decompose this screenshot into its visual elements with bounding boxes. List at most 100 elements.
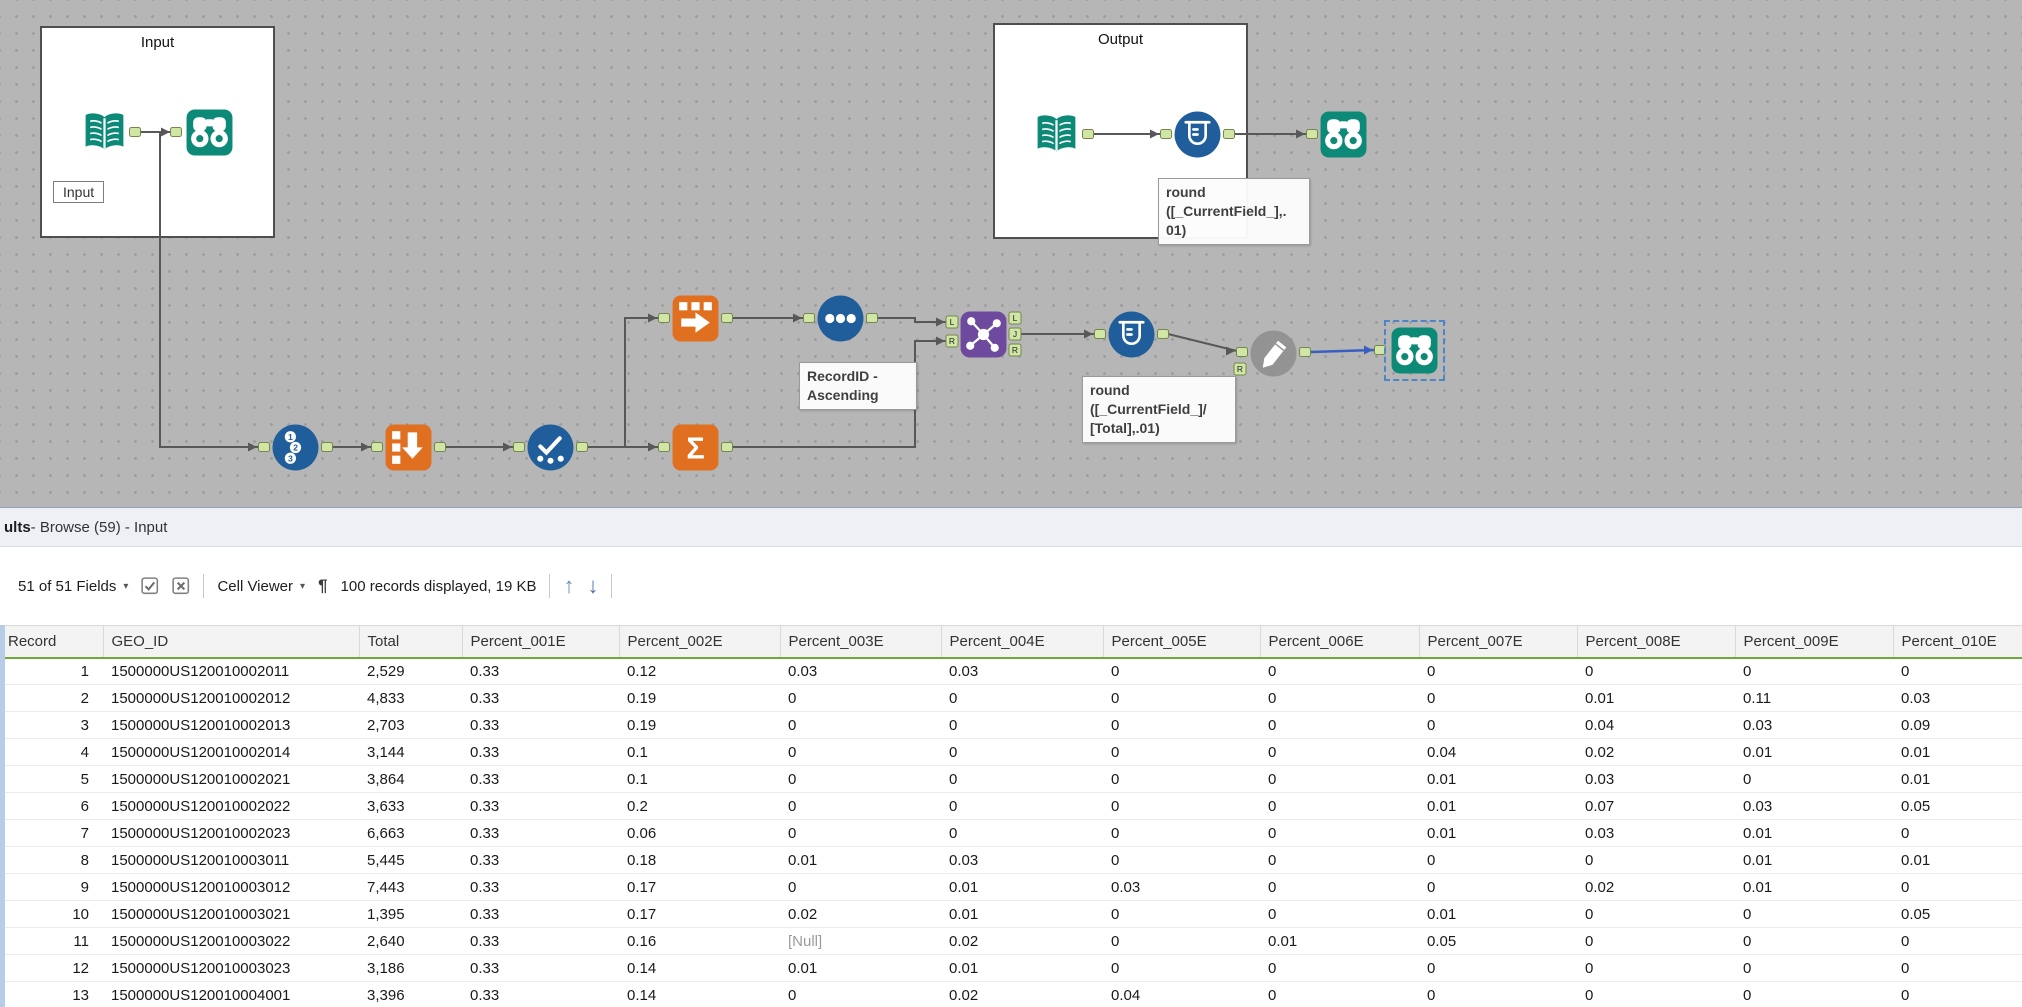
cell: 9: [0, 873, 103, 901]
transpose-tool[interactable]: [384, 423, 433, 472]
table-row[interactable]: 9 1500000US120010003012 7,443 0.33 0.17 0 0.01…: [0, 873, 2022, 901]
cell: 0: [1103, 738, 1260, 766]
column-header-percent_005e[interactable]: Percent_005E: [1103, 625, 1261, 659]
column-header-total[interactable]: Total: [359, 625, 463, 659]
column-header-percent_003e[interactable]: Percent_003E: [780, 625, 942, 659]
cell: 0: [1103, 900, 1260, 928]
table-row[interactable]: 3 1500000US120010002013 2,703 0.33 0.19 0 0 0 0 0…: [0, 711, 2022, 739]
table-row[interactable]: 13 1500000US120010004001 3,396 0.33 0.14 0 0.0…: [0, 981, 2022, 1007]
cell: 0.03: [1577, 765, 1735, 793]
cell: 0.33: [462, 846, 619, 874]
cell: 11: [0, 927, 103, 955]
table-row[interactable]: 8 1500000US120010003011 5,445 0.33 0.18 0.01 0…: [0, 846, 2022, 874]
book-icon: [1037, 115, 1076, 152]
data-table[interactable]: Record GEO_ID Total Percent_001E Percent_002…: [0, 625, 2022, 1007]
deselect-all-fields-icon[interactable]: [172, 577, 190, 595]
svg-text:L: L: [1013, 313, 1018, 323]
scroll-down-icon[interactable]: ↓: [587, 575, 598, 597]
cell: 0.01: [1419, 765, 1577, 793]
cell: 0: [1103, 927, 1260, 955]
cell: 2,529: [359, 657, 462, 685]
scroll-up-icon[interactable]: ↑: [563, 575, 574, 597]
column-header-percent_004e[interactable]: Percent_004E: [941, 625, 1104, 659]
pilcrow-icon[interactable]: ¶: [318, 576, 327, 596]
cell: 0: [780, 981, 941, 1007]
table-row[interactable]: 11 1500000US120010003022 2,640 0.33 0.16 [Nul…: [0, 927, 2022, 955]
cell: 0: [1103, 711, 1260, 739]
column-header-percent_007e[interactable]: Percent_007E: [1419, 625, 1578, 659]
cell: 0.33: [462, 900, 619, 928]
output-data-tool[interactable]: [1032, 110, 1081, 159]
join-network-icon: [960, 311, 1007, 358]
output-formula-tool[interactable]: [1173, 110, 1222, 159]
input-ghost-label[interactable]: Input: [53, 181, 105, 203]
table-row[interactable]: 1 1500000US120010002011 2,529 0.33 0.12 0.03 0…: [0, 657, 2022, 685]
cell: 0.1: [619, 738, 780, 766]
column-header-geo_id[interactable]: GEO_ID: [103, 625, 360, 659]
cell: 0: [941, 684, 1103, 712]
column-header-percent_001e[interactable]: Percent_001E: [462, 625, 620, 659]
cell: 3,633: [359, 792, 462, 820]
chevron-down-icon: ▾: [123, 580, 129, 592]
cell: 0.33: [462, 765, 619, 793]
cell: 3: [0, 711, 103, 739]
column-header-percent_009e[interactable]: Percent_009E: [1735, 625, 1894, 659]
workflow-canvas[interactable]: Input Output LRLJRR 1 2 3 Σ Input round …: [0, 0, 2022, 507]
cell: 0: [1260, 792, 1419, 820]
cross-tab-tool[interactable]: [671, 294, 720, 343]
edit-pencil-tool[interactable]: [1249, 329, 1298, 378]
select-all-fields-icon[interactable]: [141, 577, 159, 595]
svg-text:2: 2: [293, 443, 298, 453]
column-header-record[interactable]: Record: [0, 625, 104, 659]
cell-viewer-dropdown[interactable]: Cell Viewer ▾: [217, 578, 305, 595]
browse-selected-tool[interactable]: [1384, 320, 1445, 381]
sort-tool[interactable]: [816, 294, 865, 343]
cell: 0: [1419, 657, 1577, 685]
check-dots-tool[interactable]: [526, 423, 575, 472]
formula-annotation[interactable]: round ([_CurrentField_]/ [Total],.01): [1082, 376, 1236, 443]
cell: 0.01: [1260, 927, 1419, 955]
cell: 0.02: [941, 981, 1103, 1007]
cell: [Null]: [780, 927, 941, 955]
output-formula-annotation[interactable]: round ([_CurrentField_],. 01): [1158, 178, 1310, 245]
cell: 1500000US120010003022: [103, 927, 359, 955]
table-row[interactable]: 7 1500000US120010002023 6,663 0.33 0.06 0 0 0 0 0…: [0, 819, 2022, 847]
sort-annotation[interactable]: RecordID - Ascending: [799, 362, 917, 410]
column-header-percent_002e[interactable]: Percent_002E: [619, 625, 781, 659]
cell: 0: [1260, 873, 1419, 901]
svg-text:R: R: [949, 336, 955, 346]
cell: 0.33: [462, 873, 619, 901]
browse-input-tool[interactable]: [185, 108, 234, 157]
summarize-tool[interactable]: Σ: [671, 423, 720, 472]
record-id-tool[interactable]: 1 2 3: [271, 423, 320, 472]
table-row[interactable]: 6 1500000US120010002022 3,633 0.33 0.2 0 0 0 0 0.…: [0, 792, 2022, 820]
cell: 0.01: [941, 873, 1103, 901]
cell: 0.01: [1419, 792, 1577, 820]
results-grid[interactable]: Record GEO_ID Total Percent_001E Percent_002…: [0, 625, 2022, 1007]
cell: 0: [941, 792, 1103, 820]
chevron-down-icon: ▾: [300, 580, 306, 592]
cell: 0: [780, 684, 941, 712]
table-row[interactable]: 12 1500000US120010003023 3,186 0.33 0.14 0.01…: [0, 954, 2022, 982]
cell: 4,833: [359, 684, 462, 712]
svg-text:L: L: [950, 317, 955, 327]
cell: 0.01: [1893, 846, 2022, 874]
input-data-tool[interactable]: [80, 108, 129, 157]
cell: 0.33: [462, 684, 619, 712]
cell: 0.03: [780, 657, 941, 685]
cell: 1: [0, 657, 103, 685]
svg-text:R: R: [1012, 345, 1018, 355]
multi-field-formula-tool[interactable]: [1107, 310, 1156, 359]
cell: 0: [780, 873, 941, 901]
table-row[interactable]: 10 1500000US120010003021 1,395 0.33 0.17 0.02…: [0, 900, 2022, 928]
table-row[interactable]: 4 1500000US120010002014 3,144 0.33 0.1 0 0 0 0 0.…: [0, 738, 2022, 766]
cell: 0: [1260, 954, 1419, 982]
fields-selector-dropdown[interactable]: 51 of 51 Fields ▾: [18, 578, 128, 595]
table-row[interactable]: 5 1500000US120010002021 3,864 0.33 0.1 0 0 0 0 0.…: [0, 765, 2022, 793]
browse-output-tool[interactable]: [1319, 110, 1368, 159]
column-header-percent_006e[interactable]: Percent_006E: [1260, 625, 1420, 659]
column-header-percent_008e[interactable]: Percent_008E: [1577, 625, 1736, 659]
table-row[interactable]: 2 1500000US120010002012 4,833 0.33 0.19 0 0 0 0 0…: [0, 684, 2022, 712]
column-header-percent_010e[interactable]: Percent_010E: [1893, 625, 2022, 659]
join-tool[interactable]: [959, 310, 1008, 359]
